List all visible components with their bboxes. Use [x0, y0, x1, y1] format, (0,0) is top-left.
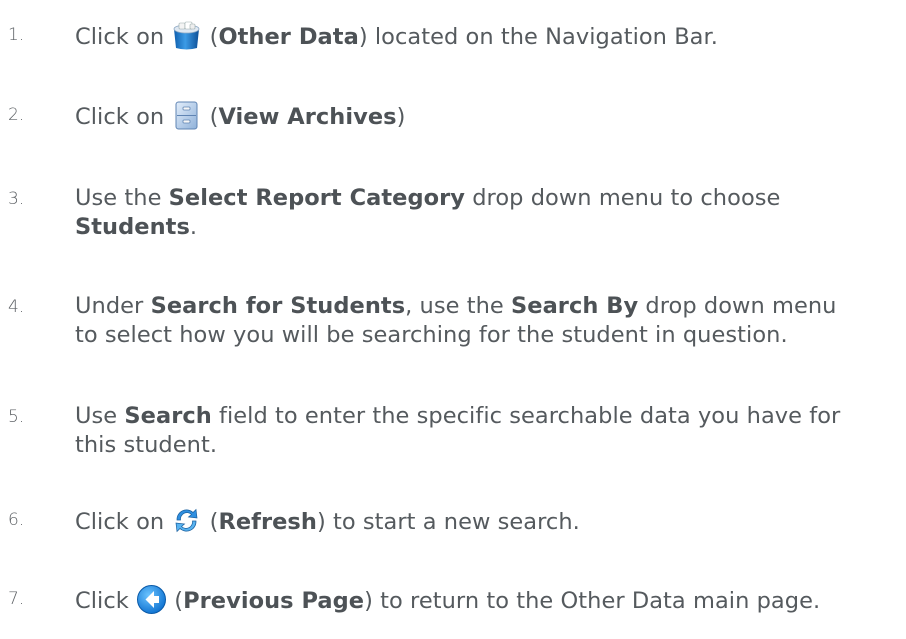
step-number: 7.	[8, 589, 25, 609]
step-text: Click on (Other Data) located on the Nav…	[75, 20, 903, 52]
step-number: 4.	[8, 297, 25, 317]
other-data-icon	[171, 20, 202, 51]
step-number: 6.	[8, 510, 25, 530]
step-number: 5.	[8, 407, 25, 427]
instruction-list: 1. Click on (Other Data) located on the …	[0, 0, 906, 639]
step-number: 3.	[8, 189, 25, 209]
step-text: Click on (Refresh) to start a new search…	[75, 505, 903, 537]
step-text: Under Search for Students, use the Searc…	[75, 293, 837, 348]
step-text: Use Search field to enter the specific s…	[75, 403, 841, 458]
refresh-icon	[171, 505, 202, 536]
step-text: Use the Select Report Category drop down…	[75, 185, 781, 240]
step-text: Click on (View Archives)	[75, 100, 903, 132]
step-number: 1.	[8, 25, 25, 45]
step-text: Click (Previous Page) to return to the O…	[75, 584, 903, 616]
view-archives-icon	[171, 100, 202, 131]
previous-page-icon	[136, 584, 167, 615]
step-number: 2.	[8, 105, 25, 125]
